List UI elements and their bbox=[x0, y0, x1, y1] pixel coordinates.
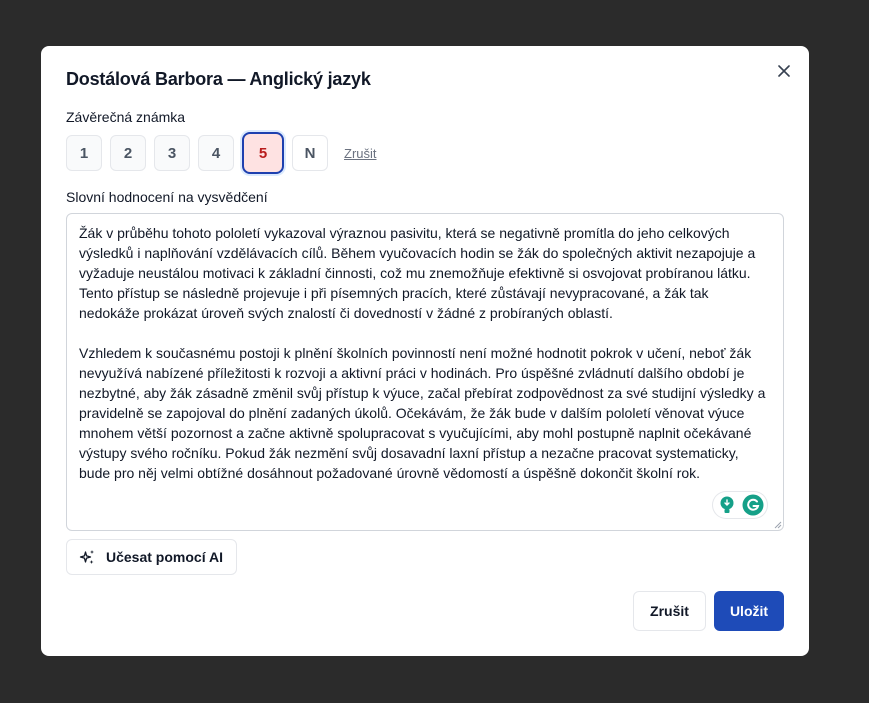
lightbulb-icon[interactable] bbox=[716, 494, 738, 516]
grade-dialog: Dostálová Barbora — Anglický jazyk Závěr… bbox=[41, 46, 809, 656]
ai-polish-label: Učesat pomocí AI bbox=[106, 549, 223, 565]
grade-option-n[interactable]: N bbox=[292, 135, 328, 171]
save-button[interactable]: Uložit bbox=[714, 591, 784, 631]
clear-grade-link[interactable]: Zrušit bbox=[344, 146, 377, 161]
close-icon bbox=[778, 65, 790, 77]
close-button[interactable] bbox=[775, 62, 793, 80]
grade-option-2[interactable]: 2 bbox=[110, 135, 146, 171]
grade-label: Závěrečná známka bbox=[66, 109, 186, 125]
grammarly-widget[interactable] bbox=[713, 492, 767, 518]
grade-option-5-selected[interactable]: 5 bbox=[242, 132, 284, 174]
evaluation-paragraph-2: Vzhledem k současnému postoji k plnění š… bbox=[79, 345, 766, 481]
grade-option-4[interactable]: 4 bbox=[198, 135, 234, 171]
ai-polish-button[interactable]: Učesat pomocí AI bbox=[66, 539, 237, 575]
dialog-title: Dostálová Barbora — Anglický jazyk bbox=[66, 69, 371, 89]
evaluation-paragraph-1: Žák v průběhu tohoto pololetí vykazoval … bbox=[79, 225, 756, 321]
grade-selector: 1 2 3 4 5 N Zrušit bbox=[66, 132, 377, 174]
evaluation-textarea[interactable]: Žák v průběhu tohoto pololetí vykazoval … bbox=[66, 213, 784, 531]
grammarly-icon[interactable] bbox=[742, 494, 764, 516]
resize-handle-icon[interactable] bbox=[772, 519, 782, 529]
grade-option-1[interactable]: 1 bbox=[66, 135, 102, 171]
evaluation-label: Slovní hodnocení na vysvědčení bbox=[66, 189, 268, 205]
grade-option-3[interactable]: 3 bbox=[154, 135, 190, 171]
sparkles-icon bbox=[79, 549, 94, 564]
cancel-button[interactable]: Zrušit bbox=[633, 591, 706, 631]
